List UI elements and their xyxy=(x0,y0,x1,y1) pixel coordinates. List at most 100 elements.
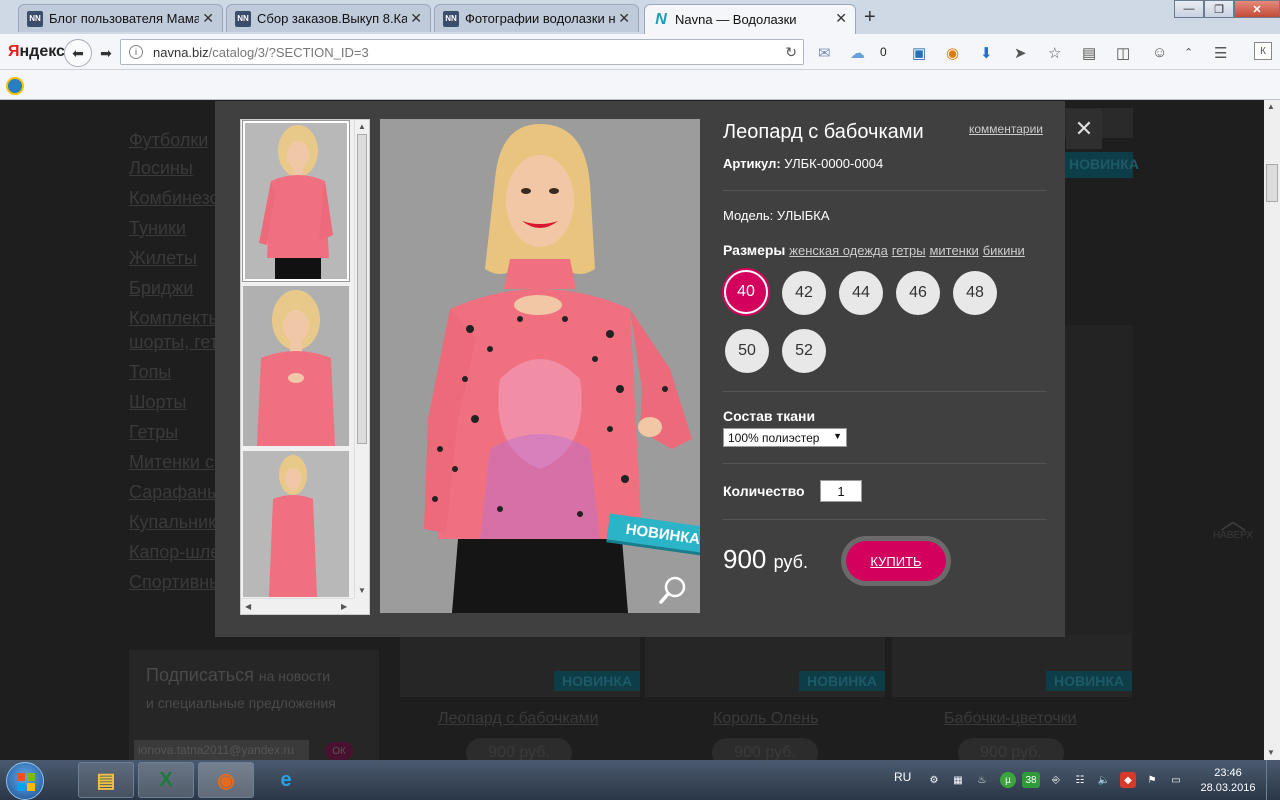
thumbnail-hscrollbar[interactable]: ◀ ▶ xyxy=(241,598,354,614)
size-option-50[interactable]: 50 xyxy=(725,329,769,373)
quantity-input[interactable]: 1 xyxy=(820,480,862,502)
antivirus-icon[interactable]: ◆ xyxy=(1120,772,1136,788)
zoom-magnifier-icon[interactable] xyxy=(658,575,688,605)
tab-close-icon[interactable]: ✕ xyxy=(835,10,847,27)
system-clock[interactable]: 23:46 28.03.2016 xyxy=(1198,766,1258,796)
size-chart-link-mitts[interactable]: митенки xyxy=(929,243,978,258)
size-option-48[interactable]: 48 xyxy=(953,271,997,315)
scrollbar-thumb[interactable] xyxy=(357,134,367,444)
extension-p-icon[interactable]: ▣ xyxy=(912,44,926,62)
page-scrollbar[interactable]: ▲ ▼ xyxy=(1264,100,1280,760)
pocket-icon[interactable]: ◫ xyxy=(1116,44,1130,62)
minimize-button[interactable]: — xyxy=(1174,0,1204,18)
tab-close-icon[interactable]: ✕ xyxy=(618,10,630,27)
browser-tab-1[interactable]: NN Блог пользователя Мама ... ✕ xyxy=(18,4,223,32)
category-link[interactable]: Шорты xyxy=(129,392,186,413)
scrollbar-thumb[interactable] xyxy=(1266,164,1278,202)
menu-icon[interactable]: ☰ xyxy=(1214,44,1227,62)
restore-button[interactable]: ❐ xyxy=(1204,0,1234,18)
category-link[interactable]: Лосины xyxy=(129,158,193,179)
tray-badge[interactable]: 38 xyxy=(1022,772,1040,788)
size-option-40[interactable]: 40 xyxy=(724,270,768,314)
network-monitor-icon[interactable]: ▦ xyxy=(950,772,966,788)
chevron-up-icon[interactable]: ⌃ xyxy=(1184,46,1193,59)
product-card-title[interactable]: Леопард с бабочками xyxy=(438,710,599,728)
size-chart-link-bikini[interactable]: бикини xyxy=(983,243,1025,258)
odnoklassniki-icon[interactable]: ◉ xyxy=(946,44,959,62)
category-link[interactable]: Купальники xyxy=(129,512,226,533)
size-option-52[interactable]: 52 xyxy=(782,329,826,373)
download-icon[interactable]: ⬇ xyxy=(980,44,993,62)
category-link[interactable]: Футболки xyxy=(129,130,208,151)
category-link[interactable]: Гетры xyxy=(129,422,178,443)
fabric-select[interactable]: 100% полиэстер ▼ xyxy=(723,428,847,447)
size-option-42[interactable]: 42 xyxy=(782,271,826,315)
product-card-price[interactable]: 900 руб. xyxy=(958,738,1064,760)
thumbnail-1[interactable] xyxy=(242,120,350,282)
thumbnail-2[interactable] xyxy=(243,286,349,446)
scroll-down-icon[interactable]: ▼ xyxy=(1267,748,1275,757)
size-chart-link-gaiters[interactable]: гетры xyxy=(892,243,926,258)
main-product-image[interactable]: НОВИНКА xyxy=(380,119,700,613)
product-card-price[interactable]: 900 руб. xyxy=(466,738,572,760)
reading-list-icon[interactable]: ▤ xyxy=(1082,44,1096,62)
thumbnail-vscrollbar[interactable]: ▲ ▼ xyxy=(354,120,369,598)
show-desktop-button[interactable] xyxy=(1266,760,1280,800)
bookmark-star-icon[interactable]: ☆ xyxy=(1048,44,1061,62)
category-link[interactable]: Митенки с xyxy=(129,452,214,473)
flag-notification-icon[interactable]: ⚑ xyxy=(1144,772,1160,788)
browser-tab-active[interactable]: N Navna — Водолазки ✕ xyxy=(644,4,856,34)
size-chart-link-women[interactable]: женская одежда xyxy=(789,243,888,258)
category-link[interactable]: Туники xyxy=(129,218,186,239)
new-tab-button[interactable]: + xyxy=(864,6,876,29)
product-card[interactable]: НОВИНКА xyxy=(400,635,640,697)
modal-close-button[interactable]: ✕ xyxy=(1066,109,1102,149)
browser-tab-2[interactable]: NN Сбор заказов.Выкуп 8.Ка... ✕ xyxy=(226,4,431,32)
window-close-button[interactable]: ✕ xyxy=(1234,0,1280,18)
scroll-up-icon[interactable]: ▲ xyxy=(358,122,366,131)
scroll-left-icon[interactable]: ◀ xyxy=(245,602,251,611)
language-indicator[interactable]: RU xyxy=(894,770,911,784)
network-icon[interactable]: ☷ xyxy=(1072,772,1088,788)
product-card[interactable]: НОВИНКА xyxy=(892,635,1132,697)
action-center-icon[interactable]: ▭ xyxy=(1168,772,1184,788)
torrent-icon[interactable]: µ xyxy=(1000,772,1016,788)
reload-icon[interactable]: ↻ xyxy=(785,44,797,61)
category-link[interactable]: Жилеты xyxy=(129,248,197,269)
forward-button[interactable]: ➡ xyxy=(92,39,120,67)
scroll-down-icon[interactable]: ▼ xyxy=(358,586,366,595)
send-icon[interactable]: ➤ xyxy=(1014,44,1027,62)
steam-icon[interactable]: ♨ xyxy=(974,772,990,788)
info-icon[interactable]: i xyxy=(129,45,143,59)
smiley-icon[interactable]: ☺ xyxy=(1152,44,1167,61)
subscribe-email-input[interactable]: ionova.tatna2011@yandex.ru xyxy=(134,740,309,760)
mail-icon[interactable]: ✉ xyxy=(818,44,831,62)
browser-tab-3[interactable]: NN Фотографии водолазки н... ✕ xyxy=(434,4,639,32)
comments-link[interactable]: комментарии xyxy=(969,122,1043,136)
volume-icon[interactable]: 🔈 xyxy=(1096,772,1112,788)
product-card-price[interactable]: 900 руб. xyxy=(712,738,818,760)
bookmark-globe-icon[interactable] xyxy=(6,77,24,95)
back-button[interactable]: ⬅ xyxy=(64,39,92,67)
subscribe-ok-button[interactable]: ОК xyxy=(325,742,353,760)
right-product-card[interactable] xyxy=(1065,325,1133,635)
explorer-taskbar-icon[interactable]: ▤ xyxy=(78,762,134,798)
firefox-taskbar-icon[interactable]: ◉ xyxy=(198,762,254,798)
category-link[interactable]: Бриджи xyxy=(129,278,193,299)
product-card-title[interactable]: Король Олень xyxy=(713,710,818,728)
address-bar[interactable]: i navna.biz/catalog/3/?SECTION_ID=3 ↻ xyxy=(120,39,804,65)
scroll-right-icon[interactable]: ▶ xyxy=(341,602,347,611)
size-option-44[interactable]: 44 xyxy=(839,271,883,315)
product-card[interactable]: НОВИНКА xyxy=(645,635,885,697)
category-link[interactable]: Комплекты xyxy=(129,308,221,329)
scroll-to-top-button[interactable]: ︿ НАВЕРХ xyxy=(1210,507,1256,541)
start-button[interactable] xyxy=(6,762,44,800)
internet-explorer-taskbar-icon[interactable]: e xyxy=(258,762,314,798)
scroll-up-icon[interactable]: ▲ xyxy=(1267,102,1275,111)
usb-icon[interactable]: ⎆ xyxy=(1048,772,1064,788)
profile-button[interactable]: К xyxy=(1254,42,1272,60)
tab-close-icon[interactable]: ✕ xyxy=(202,10,214,27)
settings-gear-icon[interactable]: ⚙ xyxy=(926,772,942,788)
tab-close-icon[interactable]: ✕ xyxy=(410,10,422,27)
excel-taskbar-icon[interactable]: X xyxy=(138,762,194,798)
